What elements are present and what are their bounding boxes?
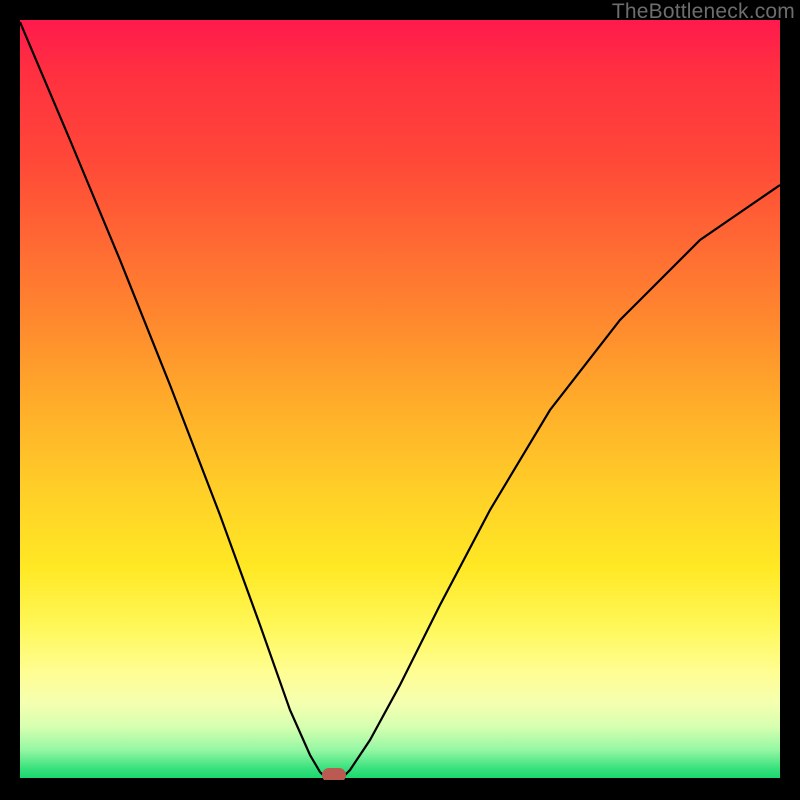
optimal-point-marker — [322, 768, 346, 780]
curve-left-branch — [20, 22, 330, 780]
bottleneck-curve — [20, 20, 780, 780]
plot-area — [20, 20, 780, 780]
curve-right-branch — [340, 185, 780, 780]
